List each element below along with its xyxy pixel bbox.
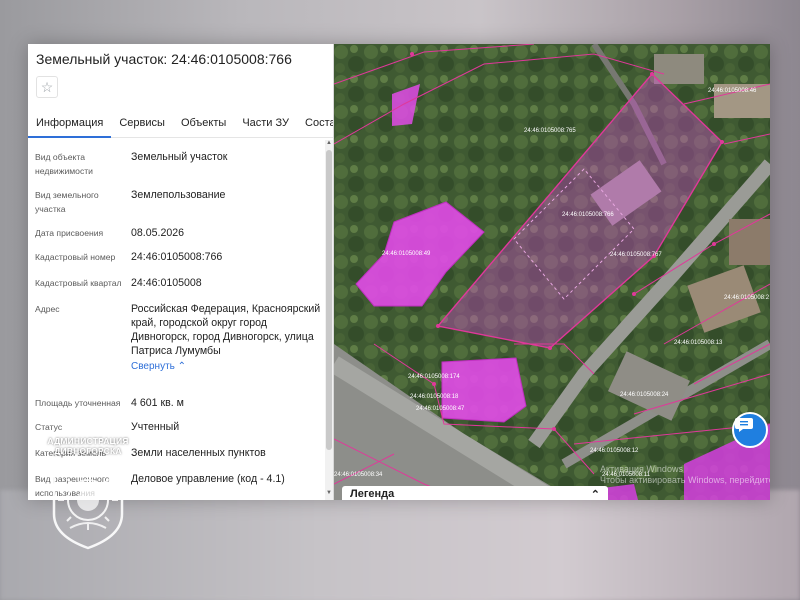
label-767: 24:46:0105008:767 (610, 252, 662, 258)
label-34: 24:46:0105008:34 (334, 472, 383, 478)
roof (729, 219, 770, 265)
attr-value: 24:46:0105008 (131, 277, 202, 289)
attr-value: Земельный участок (131, 151, 228, 163)
map-view[interactable]: 24:46:0105008:765 24:46:0105008:766 24:4… (334, 44, 770, 500)
label-47: 24:46:0105008:47 (416, 406, 465, 412)
attr-key: Адрес (35, 304, 60, 314)
coat-of-arms-icon (52, 460, 124, 550)
parcel-title: Земельный участок: 24:46:0105008:766 (36, 51, 292, 67)
watermark-line1: Активация Windows (600, 464, 683, 474)
attr-value: 4 601 кв. м (131, 397, 184, 409)
attr-key: Вид объекта недвижимости (35, 152, 93, 176)
attr-value: 08.05.2026 (131, 227, 185, 239)
tab-bar: Информация Сервисы Объекты Части ЗУ Сост… (28, 112, 333, 138)
scrollbar-thumb[interactable] (326, 150, 332, 450)
roof (654, 54, 704, 84)
attr-value: Учтенный (131, 421, 180, 433)
attr-key: Площадь уточненная (35, 398, 121, 408)
star-icon: ☆ (40, 78, 54, 95)
administration-emblem: АДМИНИСТРАЦИЯ ДИВНОГОРСКА (46, 436, 130, 550)
attr-key: Кадастровый квартал (35, 278, 122, 288)
label-18: 24:46:0105008:18 (410, 394, 459, 400)
tab-objects[interactable]: Объекты (173, 112, 234, 138)
emblem-title: АДМИНИСТРАЦИЯ ДИВНОГОРСКА (46, 436, 130, 456)
label-2: 24:46:0105008:2 (724, 295, 770, 301)
label-24: 24:46:0105008:24 (620, 392, 669, 398)
label-46: 24:46:0105008:46 (708, 88, 757, 94)
collapse-label: Свернуть (131, 361, 175, 372)
chevron-up-icon[interactable]: ⌃ (591, 488, 600, 500)
tab-parts[interactable]: Части ЗУ (234, 112, 297, 138)
attr-value: Земли населенных пунктов (131, 447, 266, 459)
favorite-button[interactable]: ☆ (36, 76, 58, 98)
attr-key: Статус (35, 422, 63, 432)
building-174[interactable] (441, 357, 527, 423)
label-174: 24:46:0105008:174 (408, 374, 460, 380)
legend-title: Легенда (350, 488, 395, 500)
attr-value: Землепользование (131, 189, 226, 201)
chat-icon (735, 418, 753, 432)
tab-composition[interactable]: Состав ЕЗП (297, 112, 333, 138)
collapse-link[interactable]: Свернуть ⌃ (131, 360, 186, 374)
tab-services[interactable]: Сервисы (111, 112, 173, 138)
emblem-title-line2: ДИВНОГОРСКА (54, 446, 122, 456)
emblem-title-line1: АДМИНИСТРАЦИЯ (47, 436, 129, 446)
label-13: 24:46:0105008:13 (674, 340, 723, 346)
attr-key: Вид земельного участка (35, 190, 99, 214)
address-text: Российская Федерация, Красноярский край,… (131, 303, 321, 357)
tab-info[interactable]: Информация (28, 112, 112, 138)
label-12: 24:46:0105008:12 (590, 448, 639, 454)
scroll-down-icon[interactable]: ▼ (325, 490, 333, 498)
attr-value: 24:46:0105008:766 (131, 251, 223, 263)
info-panel: Земельный участок: 24:46:0105008:766 ☆ И… (28, 44, 334, 500)
attr-value: Деловое управление (код - 4.1) (131, 473, 285, 485)
label-765: 24:46:0105008:765 (524, 128, 576, 134)
satellite-map[interactable]: 24:46:0105008:765 24:46:0105008:766 24:4… (334, 44, 770, 500)
scroll-up-icon[interactable]: ▲ (325, 140, 333, 148)
attr-key: Дата присвоения (35, 228, 104, 238)
panel-scrollbar[interactable] (325, 140, 333, 500)
chat-button[interactable] (732, 412, 768, 448)
watermark-line2: Чтобы активировать Windows, перейдите в … (600, 475, 770, 485)
browser-window: Земельный участок: 24:46:0105008:766 ☆ И… (28, 44, 770, 500)
windows-activation-watermark: Активация Windows Чтобы активировать Win… (600, 464, 770, 486)
attr-value: Российская Федерация, Красноярский край,… (131, 302, 321, 374)
label-49: 24:46:0105008:49 (382, 251, 431, 257)
label-766: 24:46:0105008:766 (562, 212, 614, 218)
legend-panel[interactable]: Легенда ⌃ (342, 486, 608, 500)
chevron-up-icon: ⌃ (177, 361, 187, 372)
attr-key: Кадастровый номер (35, 252, 116, 262)
